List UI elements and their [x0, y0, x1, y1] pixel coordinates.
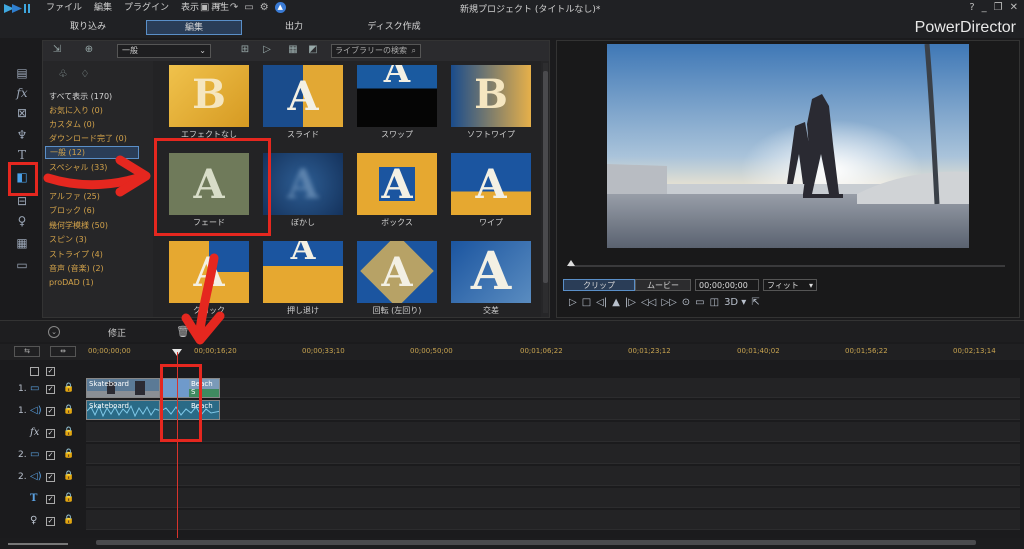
annotation-arrows	[43, 155, 225, 345]
